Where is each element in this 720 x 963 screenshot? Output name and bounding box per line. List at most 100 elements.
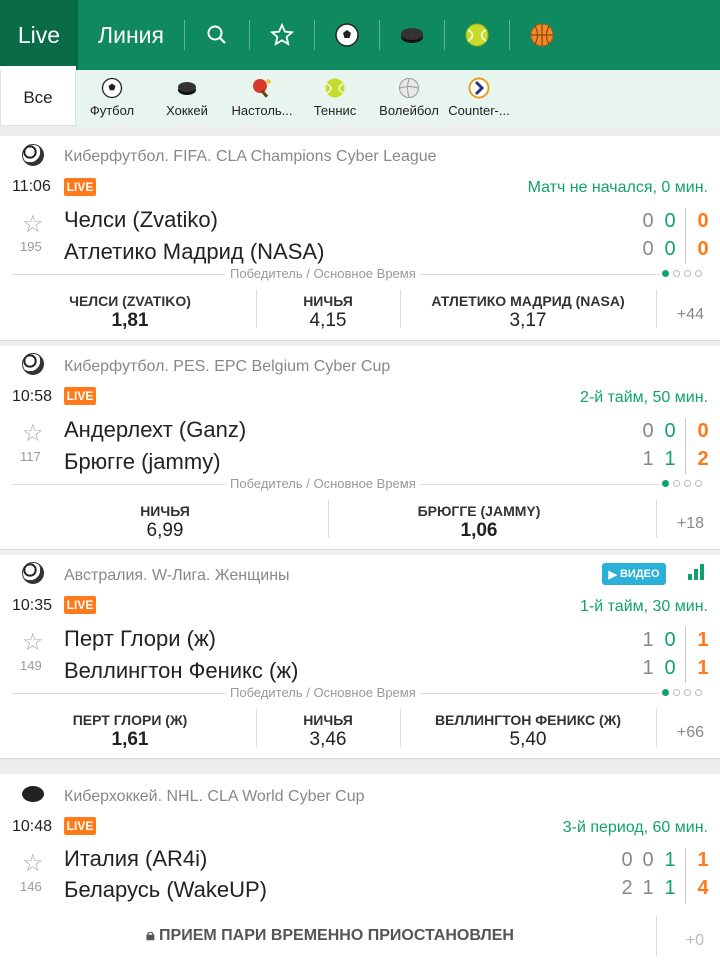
score-total: 1 <box>697 849 709 871</box>
more-markets-button[interactable]: +66 <box>677 724 704 742</box>
more-markets-button[interactable]: +18 <box>677 515 704 533</box>
favorite-star-icon[interactable]: ☆ <box>22 419 44 448</box>
filter-soccer[interactable]: Футбол <box>76 70 148 126</box>
score-total: 0 <box>697 238 709 260</box>
score-cell: 1 <box>642 629 654 651</box>
filter-volleyball[interactable]: Волейбол <box>372 70 446 126</box>
market-pager[interactable] <box>662 480 702 487</box>
market-name: Победитель / Основное Время <box>226 266 420 281</box>
odd-home[interactable]: ЧЕЛСИ (ZVATIKO) 1,81 <box>20 293 240 332</box>
soccer-ball-icon <box>22 562 44 584</box>
team-home: Андерлехт (Ganz) <box>64 417 247 442</box>
video-button[interactable]: ▶ ВИДЕО <box>602 563 666 585</box>
stats-signal-icon[interactable] <box>688 564 704 580</box>
odd-away[interactable]: БРЮГГЕ (JAMMY) 1,06 <box>334 503 624 542</box>
score-cell: 0 <box>664 657 676 679</box>
odd-away[interactable]: ВЕЛЛИНГТОН ФЕНИКС (Ж) 5,40 <box>404 712 652 751</box>
basketball-icon[interactable] <box>509 0 574 70</box>
score-total: 1 <box>697 629 709 651</box>
more-markets-button[interactable]: +0 <box>686 932 704 950</box>
lock-icon: 🔒︎ <box>146 927 155 944</box>
market-pager[interactable] <box>662 270 702 277</box>
match-status: 2-й тайм, 50 мин. <box>580 389 708 406</box>
score-total: 4 <box>697 877 709 899</box>
market-pager[interactable] <box>662 689 702 696</box>
suspended-label: ПРИЕМ ПАРИ ВРЕМЕННО ПРИОСТАНОВЛЕН <box>159 927 514 944</box>
hockey-puck-icon <box>178 82 196 95</box>
odd-label: ЧЕЛСИ (ZVATIKO) <box>69 293 191 309</box>
score-cell: 1 <box>664 849 676 871</box>
hockey-puck-icon <box>22 786 44 802</box>
hockey-puck-icon[interactable] <box>379 0 444 70</box>
odd-home[interactable]: ПЕРТ ГЛОРИ (Ж) 1,61 <box>20 712 240 751</box>
odd-label: АТЛЕТИКО МАДРИД (NASA) <box>431 293 625 309</box>
match-time: 11:06 <box>12 178 51 195</box>
filter-tennis[interactable]: Теннис <box>298 70 372 126</box>
score-cell: 0 <box>664 420 676 442</box>
score-cell: 0 <box>664 238 676 260</box>
soccer-ball-icon <box>22 144 44 166</box>
league-name: Киберхоккей. NHL. CLA World Cyber Cup <box>64 788 365 805</box>
tennis-ball-icon <box>325 78 345 98</box>
score-cell: 0 <box>642 849 654 871</box>
odd-draw[interactable]: НИЧЬЯ 3,46 <box>258 712 398 751</box>
odd-draw[interactable]: НИЧЬЯ 6,99 <box>20 503 310 542</box>
filter-label: Футбол <box>89 103 135 118</box>
team-away: Веллингтон Феникс (ж) <box>64 658 299 683</box>
favorite-star-icon[interactable]: ☆ <box>22 628 44 657</box>
filter-all[interactable]: Все <box>0 70 76 126</box>
score-cell: 1 <box>642 877 654 899</box>
search-icon[interactable] <box>184 0 249 70</box>
match-card[interactable]: Киберфутбол. FIFA. CLA Champions Cyber L… <box>0 136 720 341</box>
soccer-ball-icon <box>22 353 44 375</box>
filter-hockey[interactable]: Хоккей <box>148 70 226 126</box>
filter-counter-strike[interactable]: Counter-... <box>446 70 512 126</box>
match-status: 3-й период, 60 мин. <box>562 819 708 836</box>
table-tennis-icon <box>253 78 272 98</box>
odd-draw[interactable]: НИЧЬЯ 4,15 <box>258 293 398 332</box>
league-name: Австралия. W-Лига. Женщины <box>64 567 290 584</box>
divider <box>0 126 720 136</box>
odd-value: 3,46 <box>309 729 347 750</box>
filter-label: Волейбол <box>379 103 439 118</box>
more-markets-button[interactable]: +44 <box>677 306 704 324</box>
markets-count: 195 <box>20 239 42 254</box>
filter-table-tennis[interactable]: Настоль... <box>226 70 298 126</box>
score-cell: 0 <box>664 210 676 232</box>
odd-away[interactable]: АТЛЕТИКО МАДРИД (NASA) 3,17 <box>404 293 652 332</box>
odd-value: 4,15 <box>309 310 347 331</box>
tab-live[interactable]: Live <box>0 0 78 70</box>
play-icon: ▶ <box>608 568 617 581</box>
top-nav-bar: Live Линия <box>0 0 720 70</box>
match-card[interactable]: Австралия. W-Лига. Женщины ▶ ВИДЕО 10:35 … <box>0 555 720 759</box>
score-cell: 2 <box>621 877 633 899</box>
soccer-ball-icon <box>101 77 123 99</box>
volleyball-icon <box>399 78 419 98</box>
score-cell: 0 <box>642 238 654 260</box>
tennis-ball-icon[interactable] <box>444 0 509 70</box>
score-cell: 0 <box>642 420 654 442</box>
live-badge: LIVE <box>64 596 96 614</box>
favorite-star-icon[interactable]: ☆ <box>22 210 44 239</box>
match-status: 1-й тайм, 30 мин. <box>580 598 708 615</box>
match-card[interactable]: Киберфутбол. PES. EPC Belgium Cyber Cup … <box>0 346 720 550</box>
match-time: 10:58 <box>12 388 53 405</box>
tab-line[interactable]: Линия <box>78 0 184 70</box>
match-time: 10:48 <box>12 818 53 835</box>
team-away: Беларусь (WakeUP) <box>64 877 267 902</box>
score-cell: 0 <box>621 849 633 871</box>
counter-strike-icon <box>468 77 490 99</box>
soccer-ball-icon[interactable] <box>314 0 379 70</box>
odd-label: НИЧЬЯ <box>140 503 190 519</box>
video-label: ВИДЕО <box>619 568 660 580</box>
score-cell: 1 <box>664 448 676 470</box>
favorite-star-icon[interactable]: ☆ <box>22 849 44 878</box>
betting-suspended-notice: 🔒︎ ПРИЕМ ПАРИ ВРЕМЕННО ПРИОСТАНОВЛЕН <box>0 927 660 945</box>
filter-label: Настоль... <box>231 103 293 118</box>
favorites-star-icon[interactable] <box>249 0 314 70</box>
odd-label: ВЕЛЛИНГТОН ФЕНИКС (Ж) <box>434 712 622 728</box>
match-card[interactable]: Киберхоккей. NHL. CLA World Cyber Cup 10… <box>0 774 720 963</box>
team-away: Брюгге (jammy) <box>64 449 221 474</box>
divider <box>0 759 720 774</box>
score-divider <box>685 627 686 683</box>
